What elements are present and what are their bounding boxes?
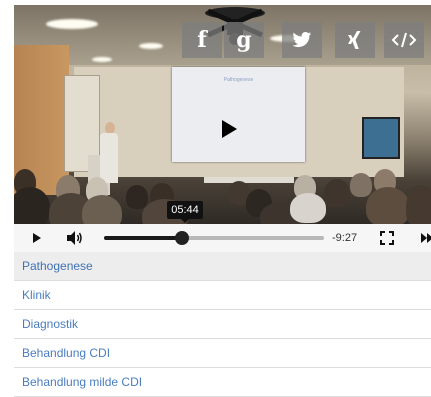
- google-plus-share-button[interactable]: g: [224, 22, 264, 58]
- ceiling-light: [92, 57, 112, 62]
- xing-share-button[interactable]: [335, 22, 375, 58]
- play-icon: [33, 233, 41, 243]
- chapter-item[interactable]: Pathogenese: [14, 252, 431, 281]
- chapter-list: Pathogenese Klinik Diagnostik Behandlung…: [14, 252, 431, 397]
- side-monitor: [362, 117, 400, 159]
- chapter-item[interactable]: Klinik: [14, 281, 431, 310]
- fullscreen-icon: [380, 231, 394, 245]
- audience: [14, 165, 431, 224]
- embed-icon: [391, 32, 417, 48]
- video-player[interactable]: Pathogenese f g: [14, 5, 431, 224]
- xing-icon: [348, 31, 361, 49]
- seek-handle[interactable]: [175, 231, 189, 245]
- seek-played: [104, 236, 182, 240]
- play-toggle-button[interactable]: [29, 230, 45, 246]
- ceiling-light: [46, 19, 98, 29]
- play-icon: [222, 120, 237, 138]
- facebook-share-button[interactable]: f: [182, 22, 222, 58]
- embed-button[interactable]: [384, 22, 424, 58]
- twitter-share-button[interactable]: [282, 22, 322, 58]
- slide-title: Pathogenese: [223, 77, 254, 83]
- projection-screen: Pathogenese: [172, 67, 305, 162]
- remaining-time: -9:27: [332, 232, 358, 244]
- time-tooltip: 05:44: [167, 201, 203, 223]
- next-chapter-button[interactable]: [419, 230, 431, 246]
- ceiling-light: [139, 43, 163, 49]
- chapter-item[interactable]: Behandlung milde CDI: [14, 368, 431, 397]
- fullscreen-button[interactable]: [379, 230, 395, 246]
- chapter-item[interactable]: Behandlung CDI: [14, 339, 431, 368]
- twitter-icon: [292, 32, 312, 48]
- chapter-item[interactable]: Diagnostik: [14, 310, 431, 339]
- google-plus-icon: g: [236, 27, 252, 53]
- facebook-icon: f: [197, 27, 207, 53]
- play-button[interactable]: [218, 118, 240, 140]
- control-bar: -9:27: [14, 224, 431, 252]
- volume-icon: [67, 231, 82, 245]
- volume-button[interactable]: [66, 230, 82, 246]
- next-icon: [421, 233, 431, 243]
